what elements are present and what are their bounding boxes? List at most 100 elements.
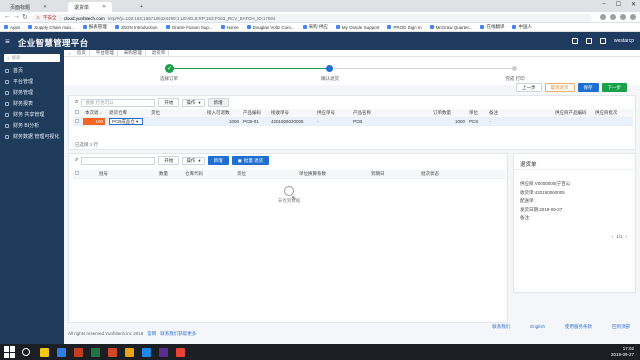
column-header[interactable]: 数量 [157,170,183,179]
browser-tab[interactable]: 页面标题 ✕ [4,2,54,12]
lower-op-dropdown[interactable]: 操作 ▾ [182,156,205,165]
column-header[interactable]: 本次退... [83,109,107,118]
column-header[interactable]: 供应商产品编码 [553,109,593,118]
checkbox-icon[interactable] [75,118,79,123]
refresh-icon[interactable]: ⌕ [75,157,78,164]
sidebar-item-home[interactable]: 首页 [0,65,64,76]
notification-icon[interactable] [571,38,578,44]
column-header[interactable]: 货位 [235,170,297,179]
close-icon[interactable]: ✕ [102,4,106,10]
footer-link[interactable]: 联系我们 [492,324,510,330]
footer-link[interactable]: 官网 [147,331,156,337]
bookmark-item[interactable]: Apps [4,25,20,30]
footer-link[interactable]: English [530,324,545,330]
menu-dots-icon[interactable] [630,14,636,20]
checkbox-icon[interactable] [75,110,79,115]
upper-search-input[interactable]: 搜索 行也可以 [81,98,156,107]
profile-icon[interactable] [620,14,626,20]
chevron-left-icon[interactable]: ‹ [612,234,614,239]
footer-link[interactable]: 使用服务条款 [565,324,592,330]
column-header[interactable]: 仓库代码 [183,170,235,179]
column-header[interactable]: 货位 [149,109,205,118]
star-icon[interactable] [600,14,606,20]
warehouse-select[interactable]: PCB成品仓 ▾ [109,117,143,124]
extension-icon[interactable] [610,14,616,20]
close-icon[interactable]: ✕ [43,4,47,10]
bookmark-item[interactable]: 在线翻译 [480,24,504,30]
forward-icon[interactable]: → [13,13,20,20]
settings-icon[interactable] [585,38,592,44]
column-header[interactable]: 产品编码 [241,109,269,118]
taskbar-app-icon[interactable] [108,347,117,357]
sidebar-item-visual[interactable]: 财务数据 管理可视化 [0,131,64,142]
breadcrumb-item[interactable]: 采购管理 [121,50,146,56]
table-row[interactable]: 100 PCB成品仓 ▾ 1000 PCB-01 4201906020005 -… [73,117,633,126]
refresh-icon[interactable]: ⌕ [75,99,78,106]
location-cell[interactable] [149,117,205,126]
breadcrumb-item[interactable]: 退货单 [149,50,170,56]
upper-op-dropdown[interactable]: 操作 ▾ [182,98,205,107]
checkbox-icon[interactable] [75,171,79,176]
bookmark-item[interactable]: PROD Sign In [387,25,422,30]
bookmark-item[interactable]: 采购 供应 [302,24,328,30]
column-header[interactable]: 订单数量 [431,109,467,118]
return-qty-cell[interactable]: 100 [83,117,107,126]
taskbar-app-icon[interactable] [125,347,134,357]
batch-return-button[interactable]: ▣ 批量 退货 [231,156,270,165]
upper-filter-button[interactable]: 开始 [158,98,180,107]
taskbar-app-icon[interactable] [57,347,66,357]
column-header[interactable]: 到期日 [369,170,419,179]
column-header[interactable]: 退货仓库 [107,109,149,118]
bookmark-item[interactable]: 中国人 [512,24,532,30]
fullscreen-icon[interactable] [599,38,606,44]
select-all-cell[interactable] [73,170,85,179]
windows-start-icon[interactable] [4,346,16,358]
column-header[interactable]: 接入可退数 [205,109,241,118]
browser-tab-active[interactable]: 退货单 ✕ [68,2,113,12]
bookmark-item[interactable]: JSON Introduction [114,25,158,30]
maximize-icon[interactable]: ☐ [616,1,621,8]
column-header[interactable]: 备注 [487,109,553,118]
sidebar-item-platform[interactable]: 平台管理 [0,76,64,87]
sidebar-item-bi[interactable]: 财务 BI分析 [0,120,64,131]
hamburger-menu-icon[interactable]: ≡ [5,37,10,46]
bookmark-item[interactable]: 报表管理 [82,24,107,30]
home-icon[interactable]: ⌂ [68,51,71,56]
select-all-cell[interactable] [73,109,83,118]
taskbar-app-icon[interactable] [40,347,49,357]
taskbar-app-icon[interactable] [142,347,151,357]
close-window-icon[interactable]: ✕ [631,1,636,8]
user-menu[interactable]: westarcp [614,38,634,44]
column-header[interactable]: 批号 [97,170,157,179]
upper-add-button[interactable]: 新增 [207,98,229,107]
taskbar-app-icon[interactable] [74,347,83,357]
next-step-button[interactable]: 下一步 [601,83,627,92]
bookmark-item[interactable]: McGraw Quarter... [429,25,472,30]
taskbar-app-icon[interactable] [176,347,185,357]
cancel-return-button[interactable]: 取消退货 [544,83,575,92]
search-icon[interactable] [22,348,30,356]
column-header[interactable]: 单位换算系数 [297,170,369,179]
column-header[interactable]: 产品名称 [351,109,431,118]
new-tab-button[interactable]: + [134,2,149,12]
sidebar-item-reports[interactable]: 财务报表 [0,98,64,109]
footer-link[interactable]: 回到顶部 [612,324,630,330]
column-header[interactable]: 批次状态 [419,170,505,179]
bookmark-item[interactable]: Douglas Voltz Com... [246,25,295,30]
minimize-icon[interactable]: – [602,1,605,8]
bookmark-item[interactable]: Oracle Fusion Sup... [165,25,213,30]
column-header[interactable]: 供应商批次 [593,109,633,118]
back-icon[interactable]: ← [4,13,11,20]
prev-step-button[interactable]: 上一步 [516,83,542,92]
clock-date[interactable]: 2019-09-27 [611,352,634,358]
column-header[interactable]: 供应单号 [315,109,351,118]
reload-icon[interactable]: ↻ [22,13,28,21]
chevron-right-icon[interactable]: › [626,234,628,239]
taskbar-app-icon[interactable] [159,347,168,357]
sidebar-search-input[interactable]: ⌕ 搜索 [4,54,60,62]
sidebar-item-shared[interactable]: 财务 共享管理 [0,109,64,120]
url-input[interactable]: ⚠ 不安全 | cloud.yunhitech.com/erp/#/p=100;… [32,14,592,22]
save-button[interactable]: 保存 [577,83,599,92]
column-header[interactable]: 接收单号 [269,109,315,118]
bookmark-item[interactable]: Home [220,25,239,30]
